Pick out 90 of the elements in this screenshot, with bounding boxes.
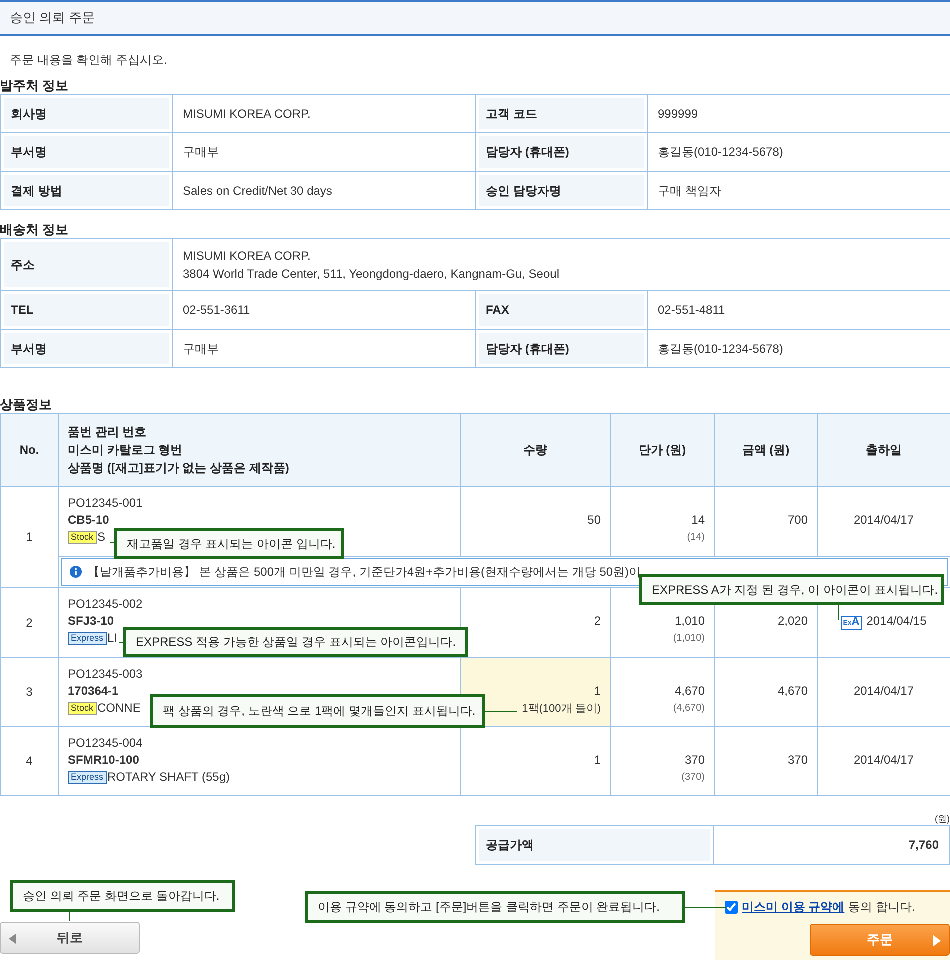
stock-badge: Stock [68,531,97,544]
quantity-text: 50 [586,512,601,529]
label-cell: TEL [0,290,172,330]
part-number: SFMR10-100 [68,752,140,769]
unit-price: 14 [690,512,705,529]
product-name: CONNE [98,701,141,715]
callout-note: EXPRESS A가 지정 된 경우, 이 아이콘이 표시됩니다. [639,574,944,605]
row-number: 3 [0,658,58,726]
part-number: 170364-1 [68,683,120,700]
callout-note: 이용 규약에 동의하고 [주문]버튼을 클릭하면 주문이 완료됩니다. [305,891,685,923]
terms-link[interactable]: 미스미 이용 규약에 [742,898,845,916]
leader-line [485,711,517,712]
unit-price-note: (14) [686,531,705,545]
label-cell: 담당자 (휴대폰) [476,330,648,368]
label-cell: 고객 코드 [476,94,648,132]
order-number: PO12345-003 [68,666,144,683]
info-icon [70,566,82,578]
callout-note: 팩 상품의 경우, 노란색 으로 1팩에 몇개들인지 표시됩니다. [150,694,485,728]
value-cell: 구매부 [172,330,476,368]
ship-date: 2014/04/17 [854,684,914,698]
section-title: 배송처 정보 [0,222,69,237]
pack-note: 1팩(100개 들이) [522,703,601,715]
product-name: ROTARY SHAFT (55g) [108,770,230,784]
address-cell: MISUMI KOREA CORP. 3804 World Trade Center, 511, Yeongdong-daero, Kangnam-Gu, Seoul [172,238,950,290]
column-header: 출하일 [818,414,950,486]
row-number: 2 [0,588,58,658]
agree-text: 동의 합니다. [848,899,916,916]
callout-note: 재고품일 경우 표시되는 아이콘 입니다. [114,528,344,559]
callout-note: EXPRESS 적용 가능한 상품일 경우 표시되는 아이콘입니다. [123,627,468,657]
amount-cell: 370 [714,726,818,796]
unit-price-note: (4,670) [672,702,705,716]
unit-price-note: (370) [680,771,705,785]
label-cell: 승인 담당자명 [476,172,648,210]
unit-price-note: (1,010) [672,632,705,646]
caret-right-icon [933,935,941,947]
part-number: SFJ3-10 [68,613,116,630]
leader-line [685,907,726,908]
callout-note: 승인 의뢰 주문 화면으로 돌아갑니다. [10,880,235,912]
column-header: 단가 (원) [610,414,714,486]
quantity-text: 1 [593,752,601,769]
column-header: 품번 관리 번호 미스미 카탈로그 형번 상품명 ([재고]표기가 없는 상품은 제작품) [58,414,460,486]
column-header: No. [0,414,58,486]
value-cell: 02-551-3611 [172,290,476,330]
label-cell: 부서명 [0,132,172,172]
label-cell: 회사명 [0,94,172,132]
label-cell: FAX [476,290,648,330]
agree-checkbox[interactable] [725,900,738,914]
value-cell: Sales on Credit/Net 30 days [172,172,476,210]
total-value: 7,760 [714,826,950,864]
order-number: PO12345-002 [68,596,144,613]
total-label: 공급가액 [476,826,714,864]
leader-line [69,912,70,921]
page-title: 승인 의뢰 주문 [10,9,96,28]
column-header: 수량 [460,414,610,486]
row-number: 4 [0,726,58,796]
instruction-text: 주문 내용을 확인해 주십시오. [10,53,168,67]
label-cell: 부서명 [0,330,172,368]
part-number: CB5-10 [68,512,110,529]
ship-date: 2014/04/17 [854,513,914,527]
unit-price: 1,010 [674,613,705,630]
value-cell: 구매부 [172,132,476,172]
currency-note: (원) [935,814,950,824]
notice-text: 【낱개품추가비용】 본 상품은 500개 미만일 경우, 기준단가4원+추가비용(현재수량에서는 개당 50원)이 [88,564,642,581]
caret-left-icon [9,934,16,944]
product-name: S [98,530,106,544]
quantity-text: 2 [593,613,601,630]
product-name: LI [108,631,118,645]
ship-date: 2014/04/15 [866,614,927,628]
label-cell: 담당자 (휴대폰) [476,132,648,172]
quantity-text: 1 [593,683,601,700]
express-badge: Express [68,771,107,784]
row-number: 1 [0,486,58,588]
amount-cell: 700 [714,486,818,556]
section-title: 상품정보 [0,397,52,412]
section-title: 발주처 정보 [0,78,69,93]
ship-date: 2014/04/17 [854,753,914,767]
amount-cell: 4,670 [714,658,818,726]
label-cell: 주소 [0,238,172,290]
value-cell: MISUMI KOREA CORP. [172,94,476,132]
leader-line [838,605,839,620]
value-cell: 999999 [648,94,950,132]
order-number: PO12345-001 [68,495,144,512]
unit-price: 4,670 [674,683,705,700]
column-header: 금액 (원) [714,414,818,486]
back-button[interactable]: 뒤로 [0,922,140,954]
unit-price: 370 [684,752,705,769]
stock-badge: Stock [68,702,97,716]
order-number: PO12345-004 [68,735,144,752]
express-badge: Express [68,632,107,646]
label-cell: 결제 방법 [0,172,172,210]
